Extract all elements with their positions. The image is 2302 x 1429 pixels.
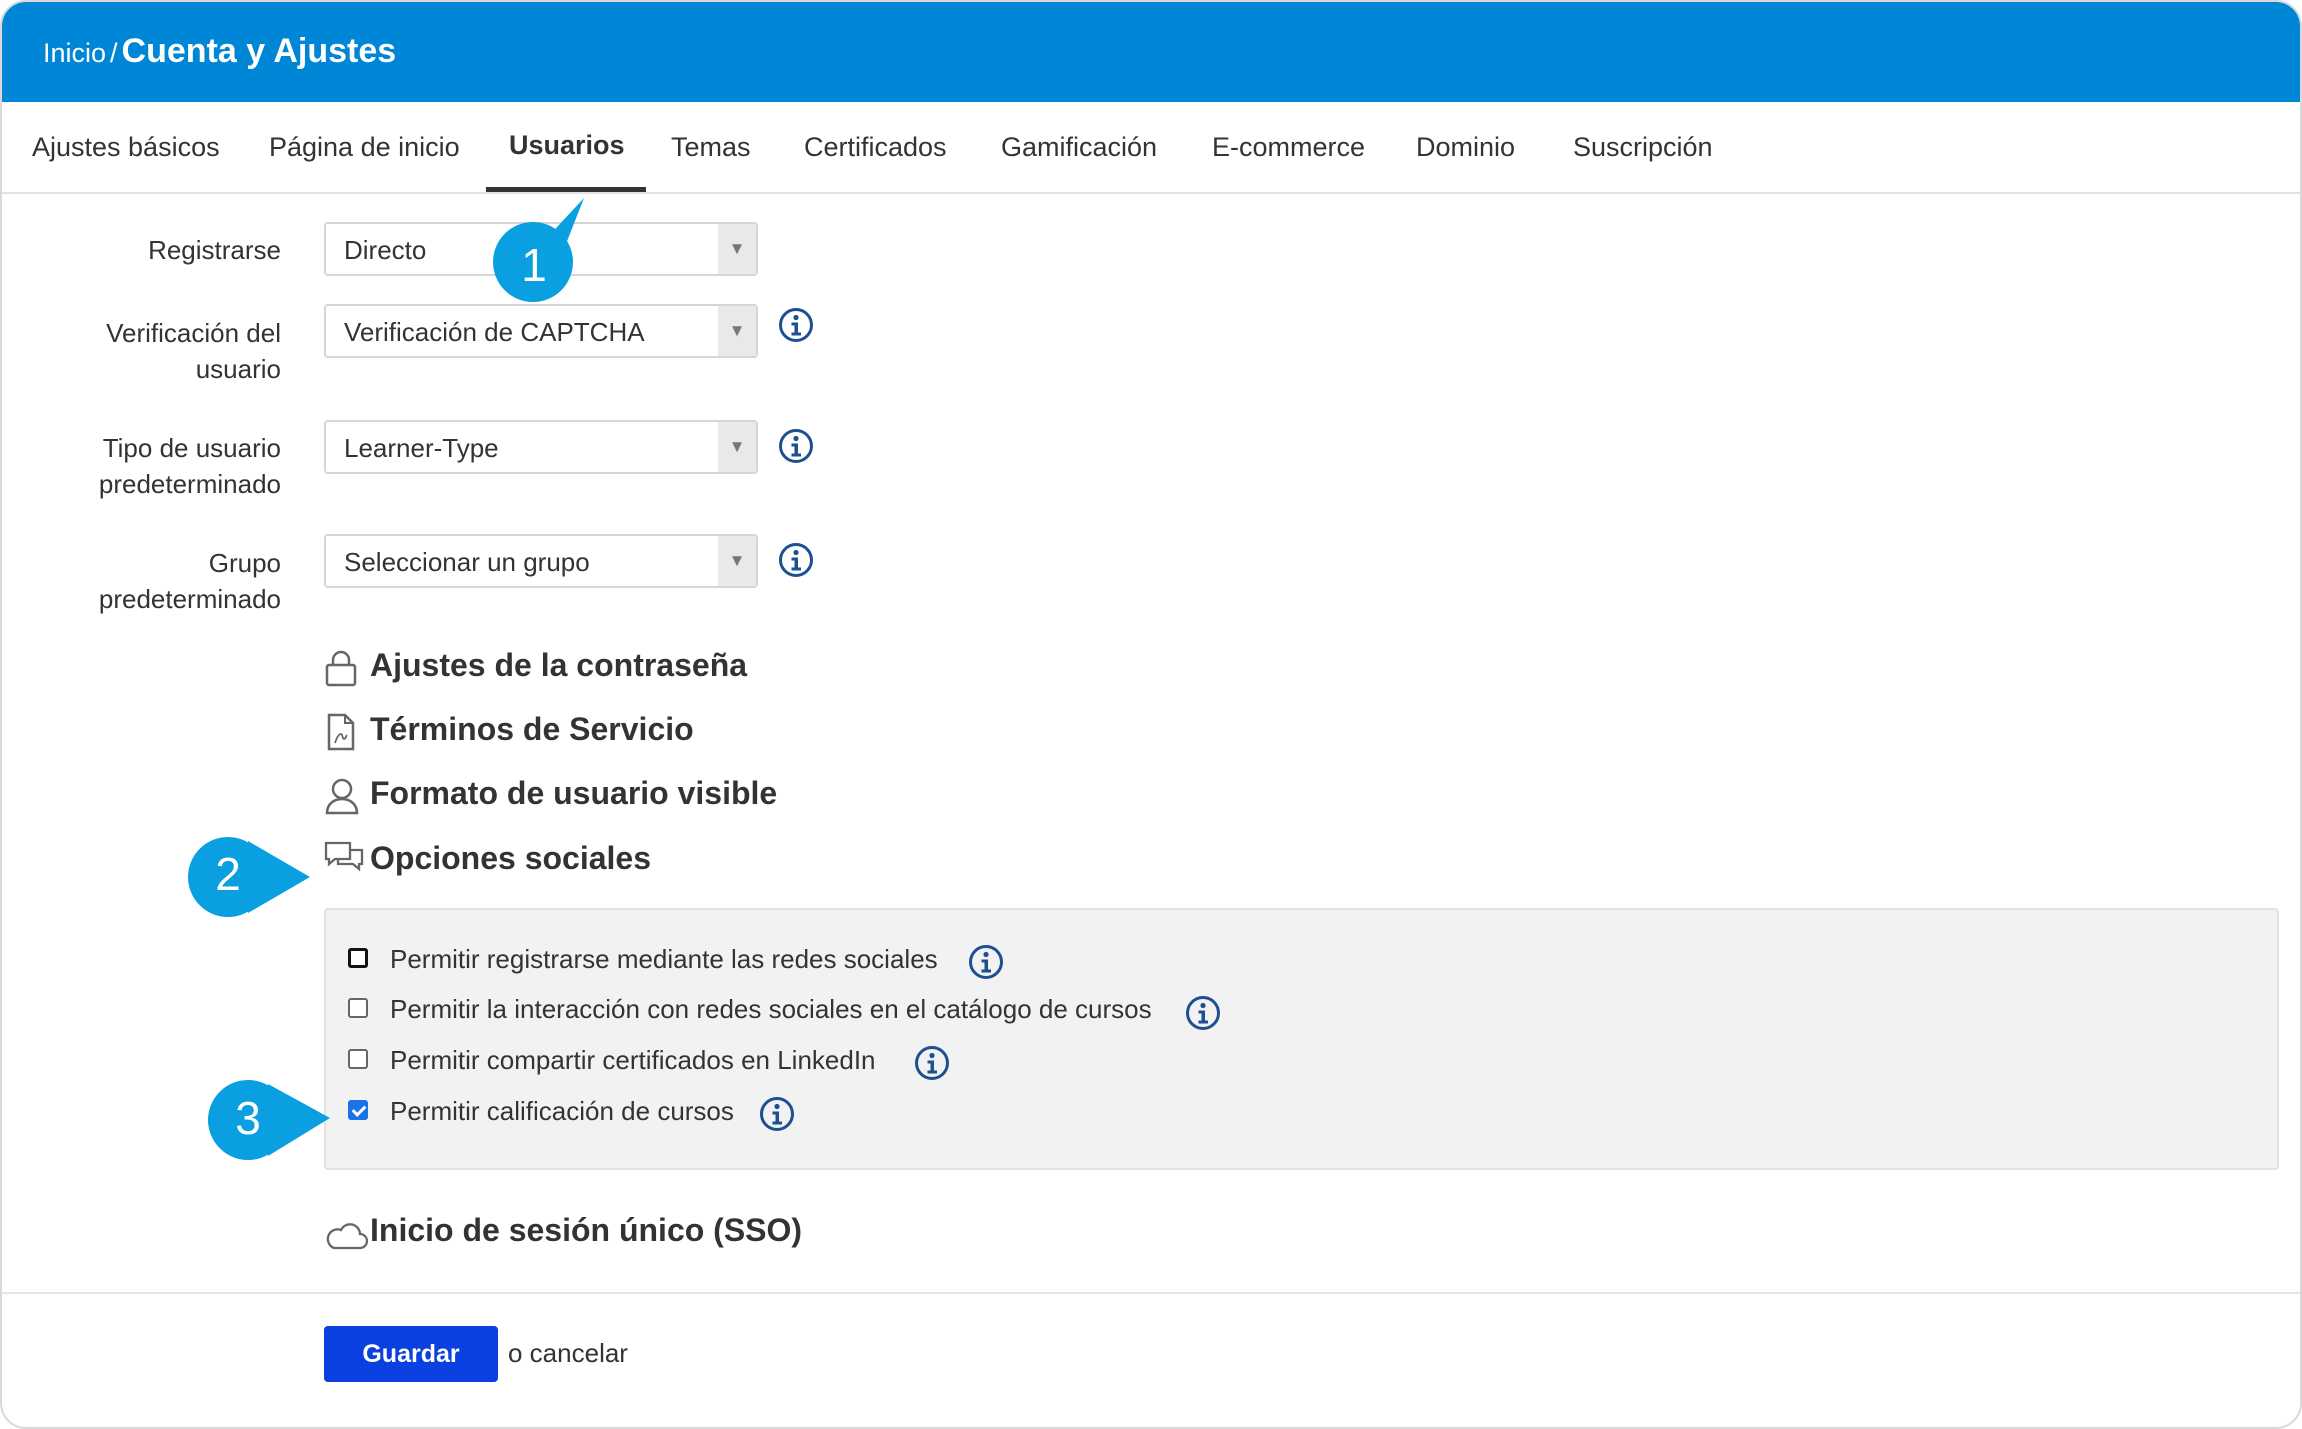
share-linkedin-checkbox[interactable] <box>348 1049 368 1069</box>
dropdown-arrow-icon: ▼ <box>718 224 756 274</box>
section-terms-label: Términos de Servicio <box>370 711 694 747</box>
breadcrumb: Inicio / Cuenta y Ajustes <box>43 32 396 71</box>
document-icon <box>327 713 355 751</box>
info-icon[interactable] <box>759 1096 795 1132</box>
social-option-label: Permitir calificación de cursos <box>390 1096 734 1126</box>
tipo-usuario-label: Tipo de usuario predeterminado <box>98 433 281 499</box>
registrarse-select-value: Directo <box>344 235 427 265</box>
course-rating-checkbox[interactable] <box>348 1100 368 1120</box>
callout-number-1: 1 <box>521 239 547 291</box>
verificacion-label: Verificación del usuario <box>106 318 281 384</box>
dropdown-arrow-icon: ▼ <box>718 306 756 356</box>
info-icon[interactable] <box>914 1045 950 1081</box>
save-button[interactable]: Guardar <box>324 1326 498 1382</box>
callout-number-3: 3 <box>235 1092 261 1144</box>
dropdown-arrow-icon: ▼ <box>718 536 756 586</box>
active-tab-indicator <box>486 187 646 192</box>
social-catalog-interaction-checkbox[interactable] <box>348 998 368 1018</box>
tab-dominio[interactable]: Dominio <box>1416 132 1515 163</box>
header-bar: Inicio / Cuenta y Ajustes <box>2 2 2300 102</box>
info-icon[interactable] <box>778 542 814 578</box>
grupo-select[interactable]: Seleccionar un grupo ▼ <box>324 534 758 588</box>
social-option-label: Permitir registrarse mediante las redes … <box>390 944 938 974</box>
verificacion-select-value: Verificación de CAPTCHA <box>344 317 645 347</box>
verificacion-select[interactable]: Verificación de CAPTCHA ▼ <box>324 304 758 358</box>
info-icon[interactable] <box>1185 995 1221 1031</box>
user-icon <box>325 778 359 815</box>
callout-number-2: 2 <box>215 848 241 900</box>
tab-temas[interactable]: Temas <box>671 132 751 163</box>
social-signup-checkbox[interactable] <box>348 948 368 968</box>
section-user-format-label: Formato de usuario visible <box>370 775 778 811</box>
chat-bubbles-icon <box>324 841 364 872</box>
tab-pagina-de-inicio[interactable]: Página de inicio <box>269 132 460 163</box>
settings-tabs: Ajustes básicos Página de inicio Usuario… <box>2 102 2300 194</box>
app-window: Inicio / Cuenta y Ajustes Ajustes básicos … <box>0 0 2302 1429</box>
tipo-usuario-select-value: Learner-Type <box>344 433 499 463</box>
social-option-label: Permitir la interacción con redes social… <box>390 994 1152 1024</box>
grupo-label: Grupo predeterminado <box>98 548 281 614</box>
lock-icon <box>325 650 357 687</box>
social-option-label: Permitir compartir certificados en Linke… <box>390 1045 876 1075</box>
section-social-label: Opciones sociales <box>370 840 652 876</box>
info-icon[interactable] <box>778 307 814 343</box>
info-icon[interactable] <box>778 428 814 464</box>
info-icon[interactable] <box>968 944 1004 980</box>
tab-usuarios[interactable]: Usuarios <box>509 130 625 161</box>
tab-gamificacion[interactable]: Gamificación <box>1001 132 1157 163</box>
breadcrumb-separator: / <box>110 38 118 68</box>
section-sso-label: Inicio de sesión único (SSO) <box>370 1212 803 1248</box>
page-title: Cuenta y Ajustes <box>121 32 397 70</box>
dropdown-arrow-icon: ▼ <box>718 422 756 472</box>
tab-ajustes-basicos[interactable]: Ajustes básicos <box>32 132 220 163</box>
footer-divider <box>2 1292 2300 1294</box>
tipo-usuario-select[interactable]: Learner-Type ▼ <box>324 420 758 474</box>
tab-certificados[interactable]: Certificados <box>804 132 947 163</box>
grupo-select-value: Seleccionar un grupo <box>344 547 590 577</box>
cancel-link[interactable]: o cancelar <box>508 1338 628 1369</box>
breadcrumb-home-link[interactable]: Inicio <box>43 38 106 68</box>
registrarse-label: Registrarse <box>148 235 281 265</box>
cloud-icon <box>326 1223 368 1250</box>
tab-suscripcion[interactable]: Suscripción <box>1573 132 1713 163</box>
section-password-label: Ajustes de la contraseña <box>370 647 748 683</box>
tab-e-commerce[interactable]: E-commerce <box>1212 132 1365 163</box>
